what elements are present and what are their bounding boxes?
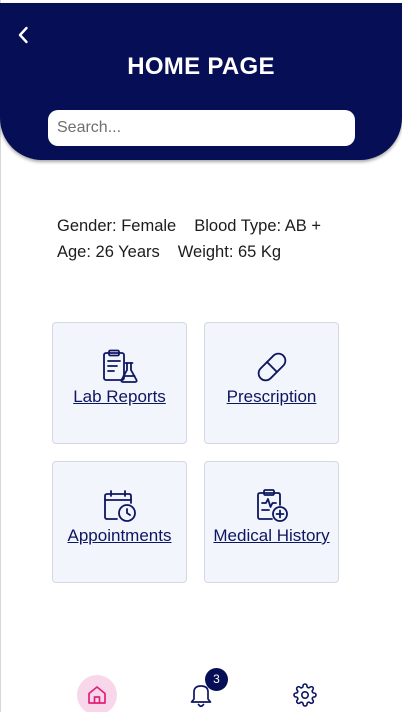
lab-reports-card[interactable]: Lab Reports (52, 322, 187, 444)
medical-history-link[interactable]: Medical History (205, 526, 338, 546)
search-input[interactable] (48, 110, 355, 146)
page-title: HOME PAGE (127, 53, 275, 80)
gear-icon (293, 683, 317, 707)
header: HOME PAGE (0, 3, 402, 160)
prescription-link[interactable]: Prescription (205, 387, 338, 407)
chevron-left-icon (18, 26, 28, 44)
weight-text: Weight: 65 Kg (177, 243, 282, 261)
nav-settings-button[interactable] (293, 683, 317, 707)
info-row-2: Age: 26 Years Weight: 65 Kg (57, 239, 321, 265)
gender-text: Gender: Female (57, 217, 177, 235)
back-button[interactable] (12, 23, 34, 47)
nav-home-button[interactable] (77, 675, 117, 712)
notification-badge: 3 (205, 668, 228, 691)
home-icon (88, 686, 106, 704)
patient-info: Gender: Female Blood Type: AB + Age: 26 Y… (57, 213, 321, 265)
info-row-1: Gender: Female Blood Type: AB + (57, 213, 321, 239)
lab-reports-link[interactable]: Lab Reports (53, 387, 186, 407)
clipboard-health-icon (256, 489, 288, 522)
age-text: Age: 26 Years (57, 243, 160, 261)
appointments-card[interactable]: Appointments (52, 461, 187, 583)
calendar-clock-icon (103, 490, 136, 522)
pill-icon (257, 352, 286, 382)
blood-type-text: Blood Type: AB + (194, 217, 321, 235)
medical-history-card[interactable]: Medical History (204, 461, 339, 583)
lab-reports-icon (102, 349, 137, 383)
appointments-link[interactable]: Appointments (53, 526, 186, 546)
prescription-card[interactable]: Prescription (204, 322, 339, 444)
bottom-nav (0, 670, 402, 712)
